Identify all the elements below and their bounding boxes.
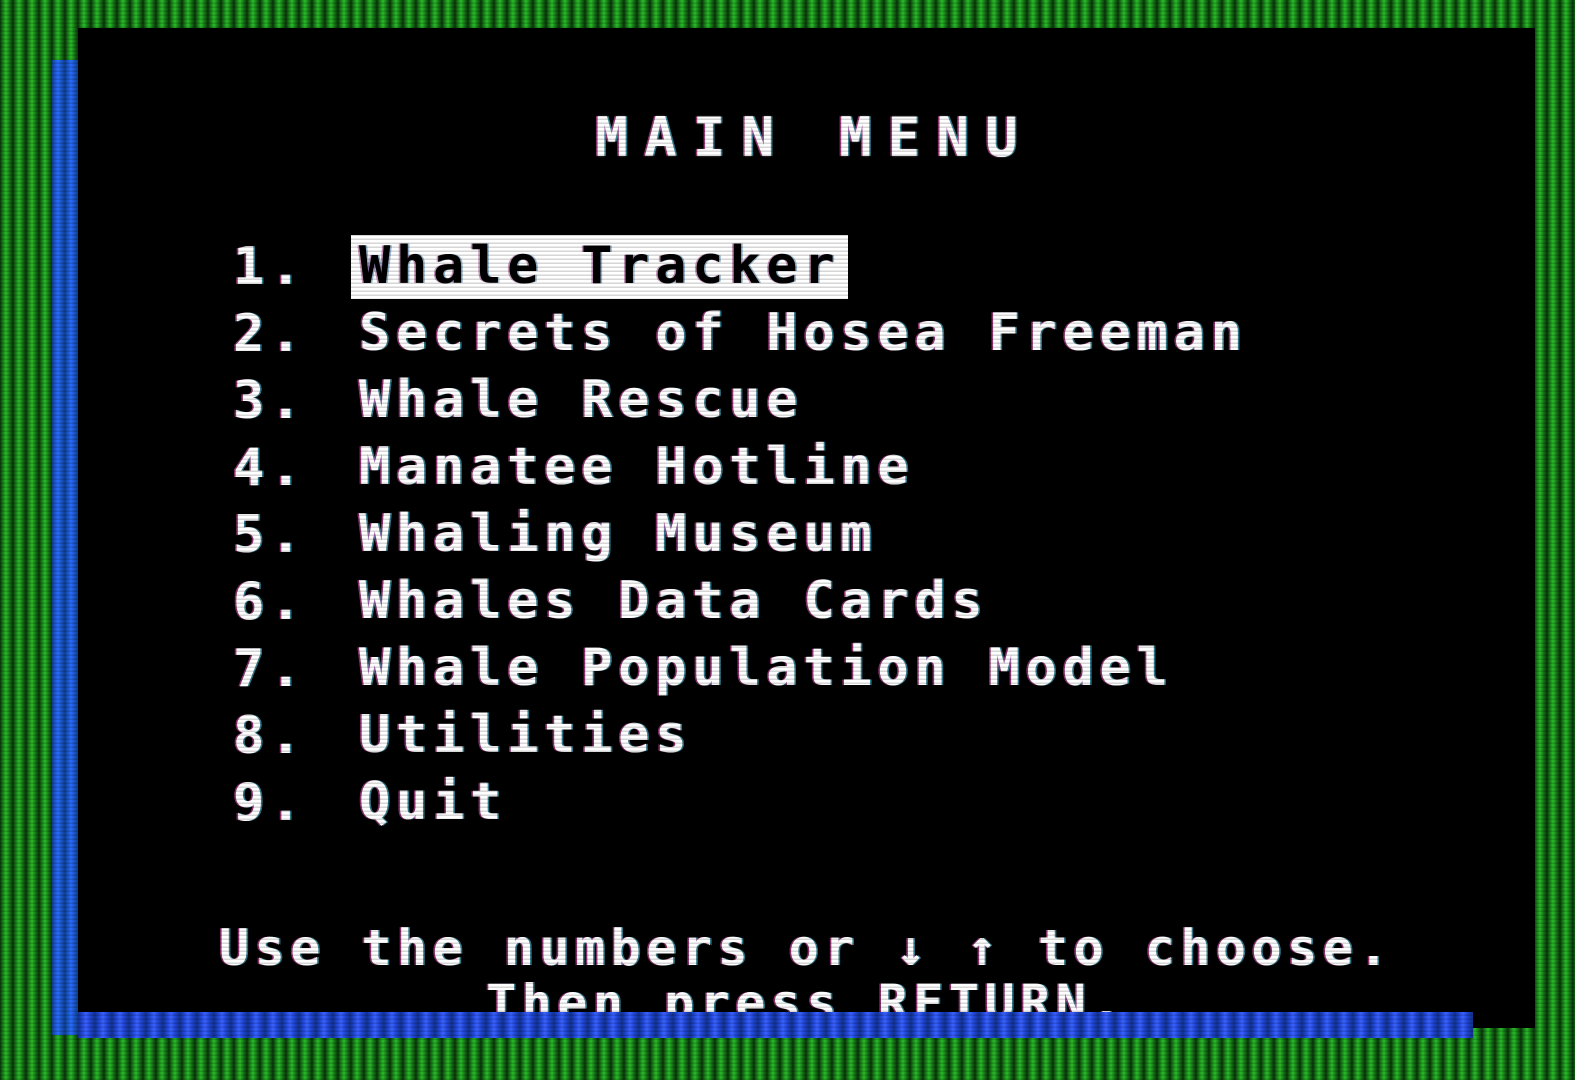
- menu-item-number: 3.: [233, 370, 308, 431]
- menu-item-label: Utilities: [359, 704, 693, 765]
- menu-item-8[interactable]: 8. Utilities: [233, 702, 1256, 769]
- menu-item-label: Whale Population Model: [359, 637, 1174, 698]
- crt-text-area: MAIN MENU 1. Whale Tracker 2. Secrets of Ho…: [78, 28, 1535, 1028]
- menu-item-number: 1.: [233, 236, 308, 297]
- menu-item-label: Quit: [359, 771, 508, 832]
- menu-item-5[interactable]: 5. Whaling Museum: [233, 501, 1256, 568]
- menu-item-2[interactable]: 2. Secrets of Hosea Freeman: [233, 300, 1256, 367]
- menu-item-1[interactable]: 1. Whale Tracker: [233, 233, 1256, 300]
- menu-item-4[interactable]: 4. Manatee Hotline: [233, 434, 1256, 501]
- main-menu-list[interactable]: 1. Whale Tracker 2. Secrets of Hosea Freema…: [233, 233, 1256, 836]
- menu-item-number: 9.: [233, 772, 308, 833]
- menu-item-label: Whales Data Cards: [359, 570, 989, 631]
- menu-item-number: 5.: [233, 504, 308, 565]
- page-title: MAIN MENU: [595, 106, 1034, 169]
- bottom-artifact-bar: [78, 1012, 1473, 1038]
- menu-item-label: Whale Tracker: [351, 234, 849, 299]
- menu-item-number: 8.: [233, 705, 308, 766]
- menu-item-number: 4.: [233, 437, 308, 498]
- menu-item-9[interactable]: 9. Quit: [233, 769, 1256, 836]
- retro-crt-screen: MAIN MENU 1. Whale Tracker 2. Secrets of Ho…: [0, 0, 1575, 1080]
- menu-item-label: Whaling Museum: [359, 503, 878, 564]
- menu-item-3[interactable]: 3. Whale Rescue: [233, 367, 1256, 434]
- left-artifact-bar: [52, 60, 78, 1035]
- menu-item-number: 6.: [233, 571, 308, 632]
- menu-item-number: 2.: [233, 303, 308, 364]
- menu-item-6[interactable]: 6. Whales Data Cards: [233, 568, 1256, 635]
- menu-item-label: Manatee Hotline: [359, 436, 915, 497]
- menu-item-number: 7.: [233, 638, 308, 699]
- instruction-line-1: Use the numbers or ↓ ↑ to choose.: [219, 919, 1394, 977]
- menu-item-label: Secrets of Hosea Freeman: [359, 302, 1248, 363]
- menu-item-label: Whale Rescue: [359, 369, 804, 430]
- menu-item-7[interactable]: 7. Whale Population Model: [233, 635, 1256, 702]
